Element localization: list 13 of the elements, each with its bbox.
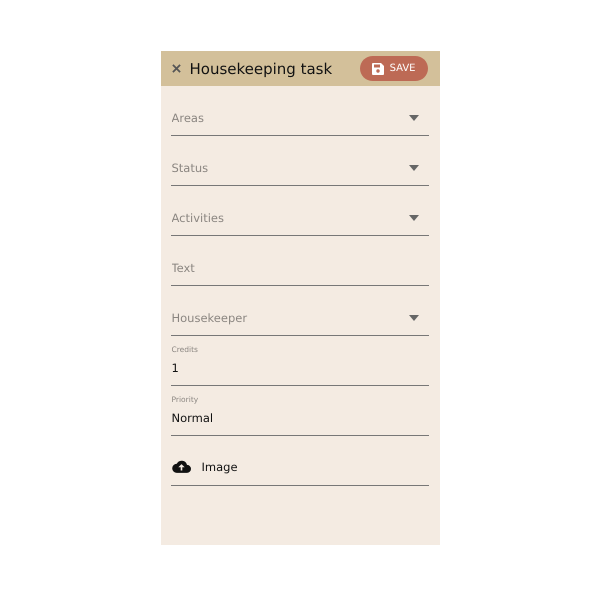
text-field[interactable]: Text: [170, 246, 428, 274]
select-field[interactable]: Areas: [170, 96, 408, 124]
dropdown-caret-icon[interactable]: [408, 164, 418, 170]
select-field[interactable]: Status: [170, 146, 408, 174]
page-title: Housekeeping task: [190, 60, 334, 78]
select-field[interactable]: Housekeeper: [170, 296, 408, 324]
select-field[interactable]: Activities: [170, 196, 408, 224]
dropdown-caret-icon[interactable]: [408, 214, 418, 220]
save-button[interactable]: SAVE: [360, 56, 428, 81]
cloud-upload-icon: [172, 460, 190, 473]
image-upload-button[interactable]: Image: [170, 448, 238, 474]
dropdown-caret-icon[interactable]: [408, 114, 418, 120]
dropdown-caret-icon[interactable]: [408, 314, 418, 320]
